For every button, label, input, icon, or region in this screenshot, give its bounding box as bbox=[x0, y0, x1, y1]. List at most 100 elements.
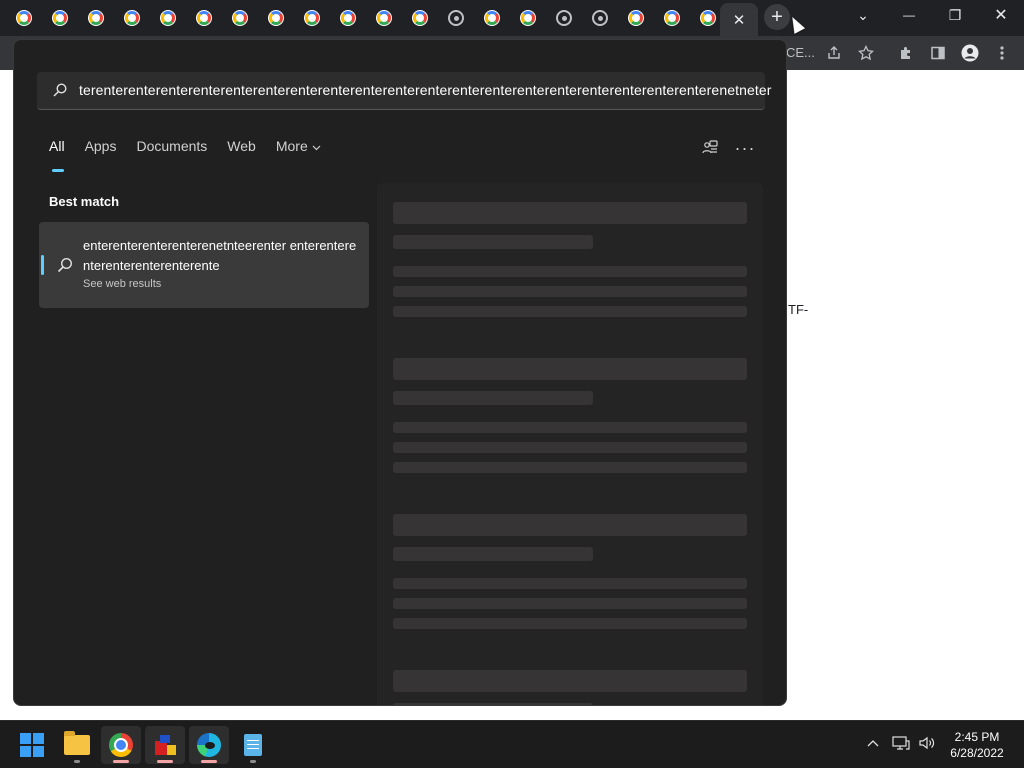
preview-pane bbox=[377, 183, 763, 705]
browser-menu-icon[interactable] bbox=[990, 41, 1014, 65]
tab-more[interactable]: More bbox=[276, 138, 321, 162]
browser-tab[interactable] bbox=[44, 4, 76, 32]
network-icon[interactable] bbox=[890, 732, 912, 754]
loading-placeholder bbox=[393, 422, 747, 433]
star-icon[interactable] bbox=[854, 41, 878, 65]
browser-tab[interactable] bbox=[224, 4, 256, 32]
browser-tab[interactable] bbox=[404, 4, 436, 32]
chrome-page-favicon-icon bbox=[448, 10, 464, 26]
browser-tab[interactable] bbox=[260, 4, 292, 32]
new-tab-button[interactable]: + bbox=[764, 4, 790, 30]
google-favicon-icon bbox=[628, 10, 644, 26]
taskbar-chrome[interactable] bbox=[101, 726, 141, 764]
tab-documents[interactable]: Documents bbox=[136, 138, 207, 162]
clock-time: 2:45 PM bbox=[954, 730, 1000, 744]
google-favicon-icon bbox=[268, 10, 284, 26]
best-match-subtitle: See web results bbox=[83, 278, 162, 290]
loading-placeholder bbox=[393, 202, 747, 224]
search-panel: terenterenterenterenterenterenterenteren… bbox=[13, 39, 787, 706]
browser-tab[interactable] bbox=[8, 4, 40, 32]
loading-placeholder bbox=[393, 547, 593, 561]
tab-all[interactable]: All bbox=[49, 138, 65, 172]
share-results-icon[interactable] bbox=[698, 136, 722, 160]
google-favicon-icon bbox=[664, 10, 680, 26]
browser-tab[interactable] bbox=[440, 4, 472, 32]
start-button[interactable] bbox=[12, 726, 52, 764]
taskbar-notepad[interactable] bbox=[233, 726, 273, 764]
chrome-page-favicon-icon bbox=[592, 10, 608, 26]
app-indicator bbox=[74, 760, 80, 763]
google-favicon-icon bbox=[88, 10, 104, 26]
tab-label: More bbox=[275, 138, 308, 154]
search-box[interactable]: terenterenterenterenterenterenterenteren… bbox=[37, 72, 771, 110]
show-hidden-icons-button[interactable] bbox=[862, 732, 884, 754]
app-indicator bbox=[113, 760, 129, 763]
google-favicon-icon bbox=[124, 10, 140, 26]
selection-indicator bbox=[41, 255, 44, 275]
google-favicon-icon bbox=[52, 10, 68, 26]
google-favicon-icon bbox=[412, 10, 428, 26]
archive-icon bbox=[153, 733, 177, 757]
close-tab-icon[interactable]: ✕ bbox=[733, 11, 746, 29]
tab-search-button[interactable]: ⌄ bbox=[840, 0, 886, 30]
google-favicon-icon bbox=[376, 10, 392, 26]
taskbar-edge[interactable] bbox=[189, 726, 229, 764]
browser-tab[interactable] bbox=[152, 4, 184, 32]
loading-placeholder bbox=[393, 235, 593, 249]
app-indicator bbox=[157, 760, 173, 763]
browser-tab[interactable] bbox=[80, 4, 112, 32]
close-window-button[interactable]: ✕ bbox=[978, 0, 1024, 30]
clock-date: 6/28/2022 bbox=[950, 746, 1004, 760]
chevron-down-icon bbox=[312, 145, 321, 151]
browser-tab[interactable] bbox=[332, 4, 364, 32]
best-match-result[interactable]: enterenterenterenterenetnteerenter enter… bbox=[39, 222, 369, 308]
side-panel-icon[interactable] bbox=[926, 41, 950, 65]
taskbar-file-explorer[interactable] bbox=[57, 726, 97, 764]
web-search-icon bbox=[57, 257, 73, 273]
omnibox-text[interactable]: CE... bbox=[786, 45, 815, 60]
folder-icon bbox=[64, 731, 90, 755]
chevron-up-icon bbox=[867, 740, 879, 747]
minimize-button[interactable]: — bbox=[886, 0, 932, 30]
loading-placeholder bbox=[393, 703, 593, 705]
google-favicon-icon bbox=[484, 10, 500, 26]
app-indicator bbox=[201, 760, 217, 763]
loading-placeholder bbox=[393, 266, 747, 277]
browser-tab[interactable] bbox=[548, 4, 580, 32]
google-favicon-icon bbox=[340, 10, 356, 26]
browser-tab[interactable] bbox=[656, 4, 688, 32]
tab-web[interactable]: Web bbox=[227, 138, 256, 162]
search-input[interactable]: terenterenterenterenterenterenterenteren… bbox=[79, 82, 772, 98]
profile-icon[interactable] bbox=[958, 41, 982, 65]
browser-tab[interactable] bbox=[584, 4, 616, 32]
taskbar-clock[interactable]: 2:45 PM 6/28/2022 bbox=[946, 729, 1008, 761]
browser-tab[interactable] bbox=[296, 4, 328, 32]
tab-label: Documents bbox=[136, 138, 208, 154]
browser-tab[interactable] bbox=[368, 4, 400, 32]
google-favicon-icon bbox=[520, 10, 536, 26]
loading-placeholder bbox=[393, 391, 593, 405]
loading-placeholder bbox=[393, 618, 747, 629]
page-content-fragment: TF- bbox=[788, 302, 809, 317]
restore-button[interactable]: ❐ bbox=[932, 0, 978, 30]
extensions-icon[interactable] bbox=[894, 41, 918, 65]
tab-apps[interactable]: Apps bbox=[85, 138, 117, 162]
google-favicon-icon bbox=[160, 10, 176, 26]
browser-tab[interactable] bbox=[620, 4, 652, 32]
browser-tab[interactable] bbox=[188, 4, 220, 32]
taskbar-archive-tool[interactable] bbox=[145, 726, 185, 764]
google-favicon-icon bbox=[196, 10, 212, 26]
more-options-icon[interactable]: ··· bbox=[733, 136, 757, 160]
share-icon[interactable] bbox=[822, 41, 846, 65]
google-favicon-icon bbox=[232, 10, 248, 26]
loading-placeholder bbox=[393, 670, 747, 692]
loading-placeholder bbox=[393, 286, 747, 297]
loading-placeholder bbox=[393, 462, 747, 473]
browser-tab[interactable] bbox=[476, 4, 508, 32]
active-tab[interactable]: ✕ bbox=[720, 3, 758, 36]
browser-tab[interactable] bbox=[512, 4, 544, 32]
chrome-icon bbox=[109, 733, 133, 757]
browser-tab[interactable] bbox=[116, 4, 148, 32]
windows-logo-icon bbox=[20, 733, 44, 757]
volume-icon[interactable] bbox=[916, 732, 938, 754]
